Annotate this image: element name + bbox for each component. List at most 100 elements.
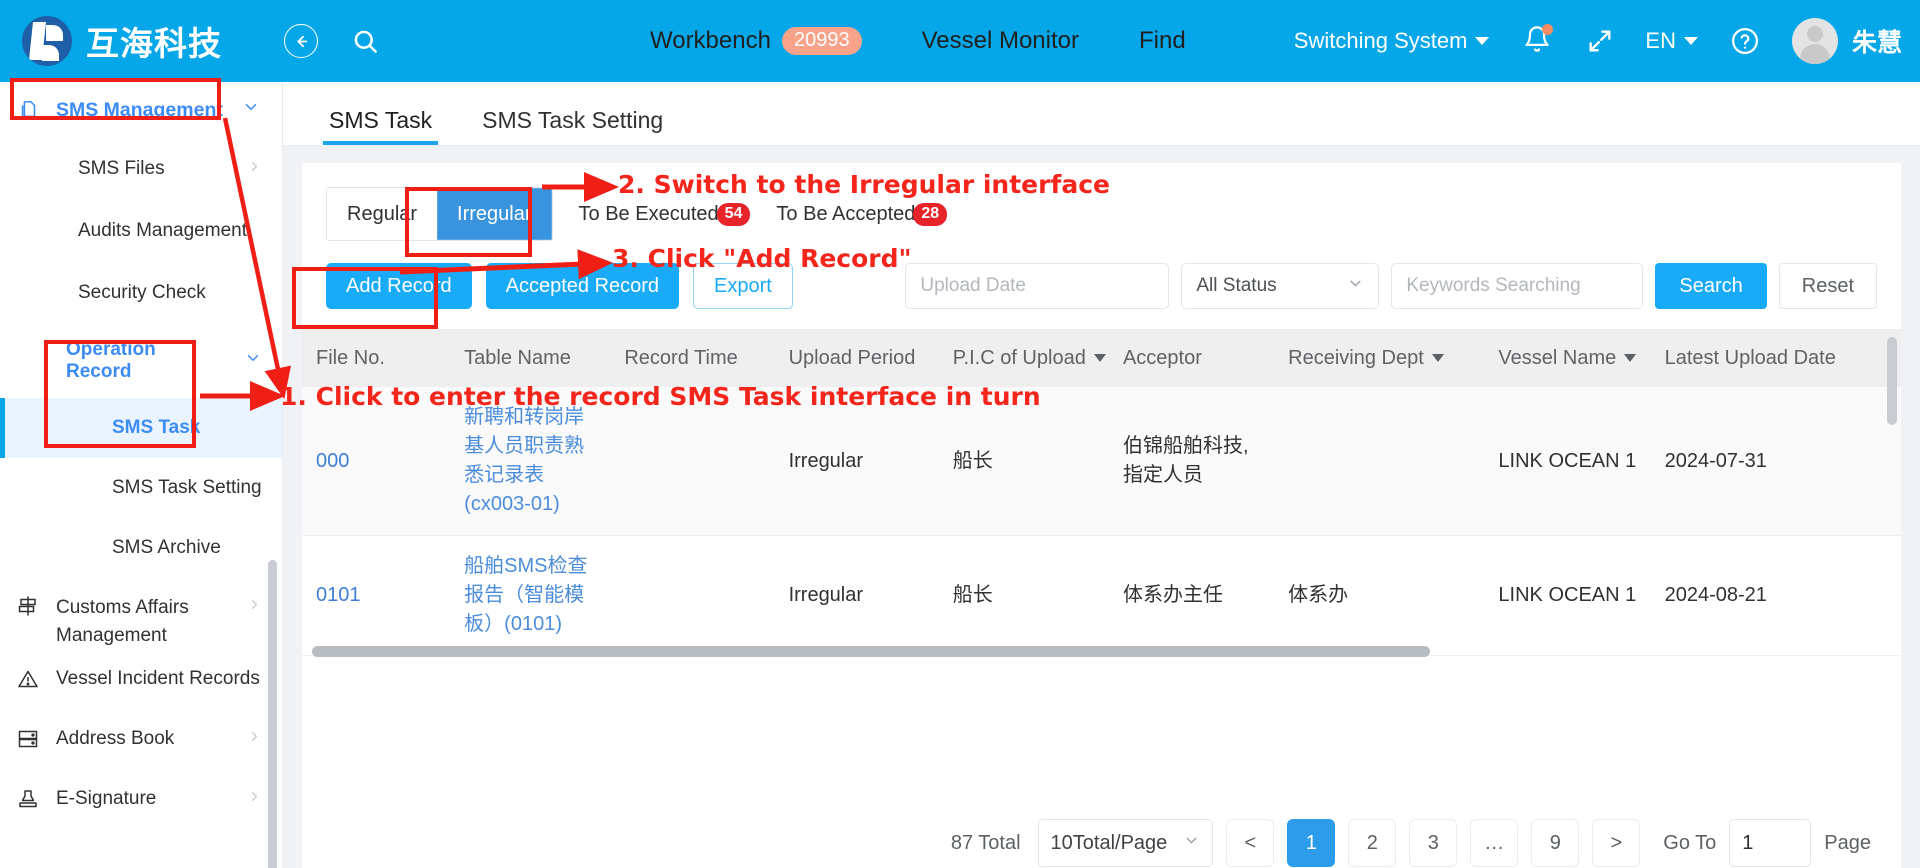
sidebar-item-security-check[interactable]: Security Check xyxy=(0,262,282,324)
sidebar-item-operation-record[interactable]: Operation Record xyxy=(0,324,282,398)
notifications-button[interactable] xyxy=(1523,23,1554,58)
back-arrow-icon[interactable] xyxy=(284,24,318,58)
page-button-2[interactable]: 2 xyxy=(1348,819,1397,867)
reset-button[interactable]: Reset xyxy=(1778,263,1877,309)
sidebar: SMS Management SMS Files Audits Manageme… xyxy=(0,82,283,868)
add-record-button[interactable]: Add Record xyxy=(326,263,472,309)
cell-file-no[interactable]: 000 xyxy=(302,387,451,536)
column-pic-of-upload[interactable]: P.I.C of Upload xyxy=(938,329,1109,387)
column-receiving-dept[interactable]: Receiving Dept xyxy=(1274,329,1485,387)
sidebar-item-vessel-incident-records[interactable]: Vessel Incident Records xyxy=(0,649,282,709)
filter-controls: Upload Date All Status Keywords Searchin… xyxy=(905,263,1877,309)
tab-sms-task[interactable]: SMS Task xyxy=(323,107,439,145)
sort-descending-icon[interactable] xyxy=(1093,354,1106,363)
segment-regular[interactable]: Regular xyxy=(327,188,438,240)
header-nav: Workbench 20993 Vessel Monitor Find xyxy=(650,27,1186,55)
page-prev-button[interactable]: < xyxy=(1226,819,1275,867)
keywords-placeholder: Keywords Searching xyxy=(1406,275,1581,296)
chevron-down-icon xyxy=(1183,832,1200,855)
chevron-down-icon xyxy=(244,349,262,373)
sidebar-item-address-book[interactable]: Address Book xyxy=(0,709,282,769)
main-content: SMS Task SMS Task Setting Regular Irregu… xyxy=(283,82,1920,868)
switch-system-dropdown[interactable]: Switching System xyxy=(1294,28,1490,54)
app-header: 互海科技 Workbench 20993 Vessel Monitor Find… xyxy=(0,0,1920,82)
tab-sms-task-setting[interactable]: SMS Task Setting xyxy=(476,107,669,145)
column-label: Record Time xyxy=(624,346,738,369)
sidebar-item-label: Vessel Incident Records xyxy=(56,668,260,690)
column-file-no[interactable]: File No. xyxy=(302,329,451,387)
segment-label: Regular xyxy=(347,202,418,225)
sidebar-item-label: Operation Record xyxy=(66,339,156,382)
table-vertical-scrollbar[interactable] xyxy=(1887,337,1897,425)
page-ellipsis[interactable]: … xyxy=(1470,819,1519,867)
sort-descending-icon[interactable] xyxy=(1624,354,1637,363)
chevron-down-icon xyxy=(1683,37,1698,45)
accepted-record-button[interactable]: Accepted Record xyxy=(485,263,680,309)
sidebar-item-sms-files[interactable]: SMS Files xyxy=(0,138,282,200)
segment-irregular[interactable]: Irregular xyxy=(437,188,552,240)
page-size-select[interactable]: 10Total/Page xyxy=(1037,819,1214,867)
export-button[interactable]: Export xyxy=(693,263,793,309)
cell-record-time xyxy=(610,535,775,656)
column-latest-upload-date[interactable]: Latest Upload Date xyxy=(1650,329,1901,387)
sidebar-item-sms-archive[interactable]: SMS Archive xyxy=(0,518,282,578)
counter-to-be-accepted[interactable]: To Be Accepted 28 xyxy=(776,202,948,226)
sidebar-item-label: E-Signature xyxy=(56,788,157,810)
search-button[interactable]: Search xyxy=(1655,263,1767,309)
warning-triangle-icon xyxy=(16,667,50,691)
column-label: Upload Period xyxy=(788,346,916,369)
keywords-search-input[interactable]: Keywords Searching xyxy=(1391,263,1644,309)
sidebar-item-customs-affairs-management[interactable]: Customs Affairs Management xyxy=(0,578,282,649)
sidebar-item-label: SMS Task Setting xyxy=(112,477,262,498)
sidebar-item-label: SMS Archive xyxy=(112,537,221,558)
sidebar-item-label: SMS Task xyxy=(112,417,201,438)
column-record-time[interactable]: Record Time xyxy=(610,329,775,387)
sidebar-item-sms-task-setting[interactable]: SMS Task Setting xyxy=(0,458,282,518)
table-header: File No. Table Name Record Time Upload P… xyxy=(302,329,1901,387)
page-next-button[interactable]: > xyxy=(1592,819,1641,867)
chevron-down-icon xyxy=(242,98,260,122)
sidebar-scrollbar[interactable] xyxy=(268,560,277,868)
nav-label-workbench: Workbench xyxy=(650,27,771,54)
help-circle-icon[interactable] xyxy=(1728,24,1762,58)
language-selector[interactable]: EN xyxy=(1645,28,1698,54)
nav-item-find[interactable]: Find xyxy=(1139,27,1186,55)
sidebar-item-label: Address Book xyxy=(56,728,175,750)
search-icon[interactable] xyxy=(348,24,382,58)
nav-item-vessel-monitor[interactable]: Vessel Monitor xyxy=(922,27,1079,55)
goto-page-input[interactable]: 1 xyxy=(1729,819,1812,867)
column-vessel-name[interactable]: Vessel Name xyxy=(1484,329,1651,387)
brand-logo[interactable]: 互海科技 xyxy=(22,16,222,66)
upload-date-input[interactable]: Upload Date xyxy=(905,263,1170,309)
column-acceptor[interactable]: Acceptor xyxy=(1108,329,1275,387)
counter-label: To Be Accepted xyxy=(776,202,916,225)
sidebar-item-sms-task[interactable]: SMS Task xyxy=(0,398,282,458)
cell-file-no[interactable]: 0101 xyxy=(302,535,451,656)
table-horizontal-scrollbar[interactable] xyxy=(312,646,1430,657)
page-unit-label: Page xyxy=(1824,831,1871,854)
chevron-right-icon xyxy=(247,158,262,180)
column-table-name[interactable]: Table Name xyxy=(450,329,611,387)
avatar[interactable] xyxy=(1791,18,1838,64)
button-label: Add Record xyxy=(346,274,452,297)
page-button-9[interactable]: 9 xyxy=(1531,819,1580,867)
status-select[interactable]: All Status xyxy=(1181,263,1380,309)
table-row[interactable]: 0101 船舶SMS检查报告（智能模板）(0101) Irregular 船长 … xyxy=(302,535,1901,656)
page-button-1[interactable]: 1 xyxy=(1287,819,1336,867)
column-label: Table Name xyxy=(464,346,571,369)
fullscreen-icon[interactable] xyxy=(1583,24,1617,58)
sidebar-group-sms-management[interactable]: SMS Management xyxy=(0,82,282,138)
counter-to-be-executed[interactable]: To Be Executed 54 xyxy=(579,202,751,226)
sidebar-item-e-signature[interactable]: E-Signature xyxy=(0,769,282,829)
column-label: Vessel Name xyxy=(1498,346,1617,369)
company-logo-icon xyxy=(22,16,72,66)
table-header-row: File No. Table Name Record Time Upload P… xyxy=(302,329,1901,387)
cell-table-name[interactable]: 船舶SMS检查报告（智能模板）(0101) xyxy=(450,535,611,656)
table-row[interactable]: 000 新聘和转岗岸基人员职责熟悉记录表 (cx003-01) Irregula… xyxy=(302,387,1901,536)
column-upload-period[interactable]: Upload Period xyxy=(774,329,939,387)
cell-table-name[interactable]: 新聘和转岗岸基人员职责熟悉记录表 (cx003-01) xyxy=(450,387,611,536)
nav-item-workbench[interactable]: Workbench 20993 xyxy=(650,27,862,55)
page-button-3[interactable]: 3 xyxy=(1409,819,1458,867)
sort-descending-icon[interactable] xyxy=(1431,354,1444,363)
sidebar-item-audits-management[interactable]: Audits Management xyxy=(0,200,282,262)
